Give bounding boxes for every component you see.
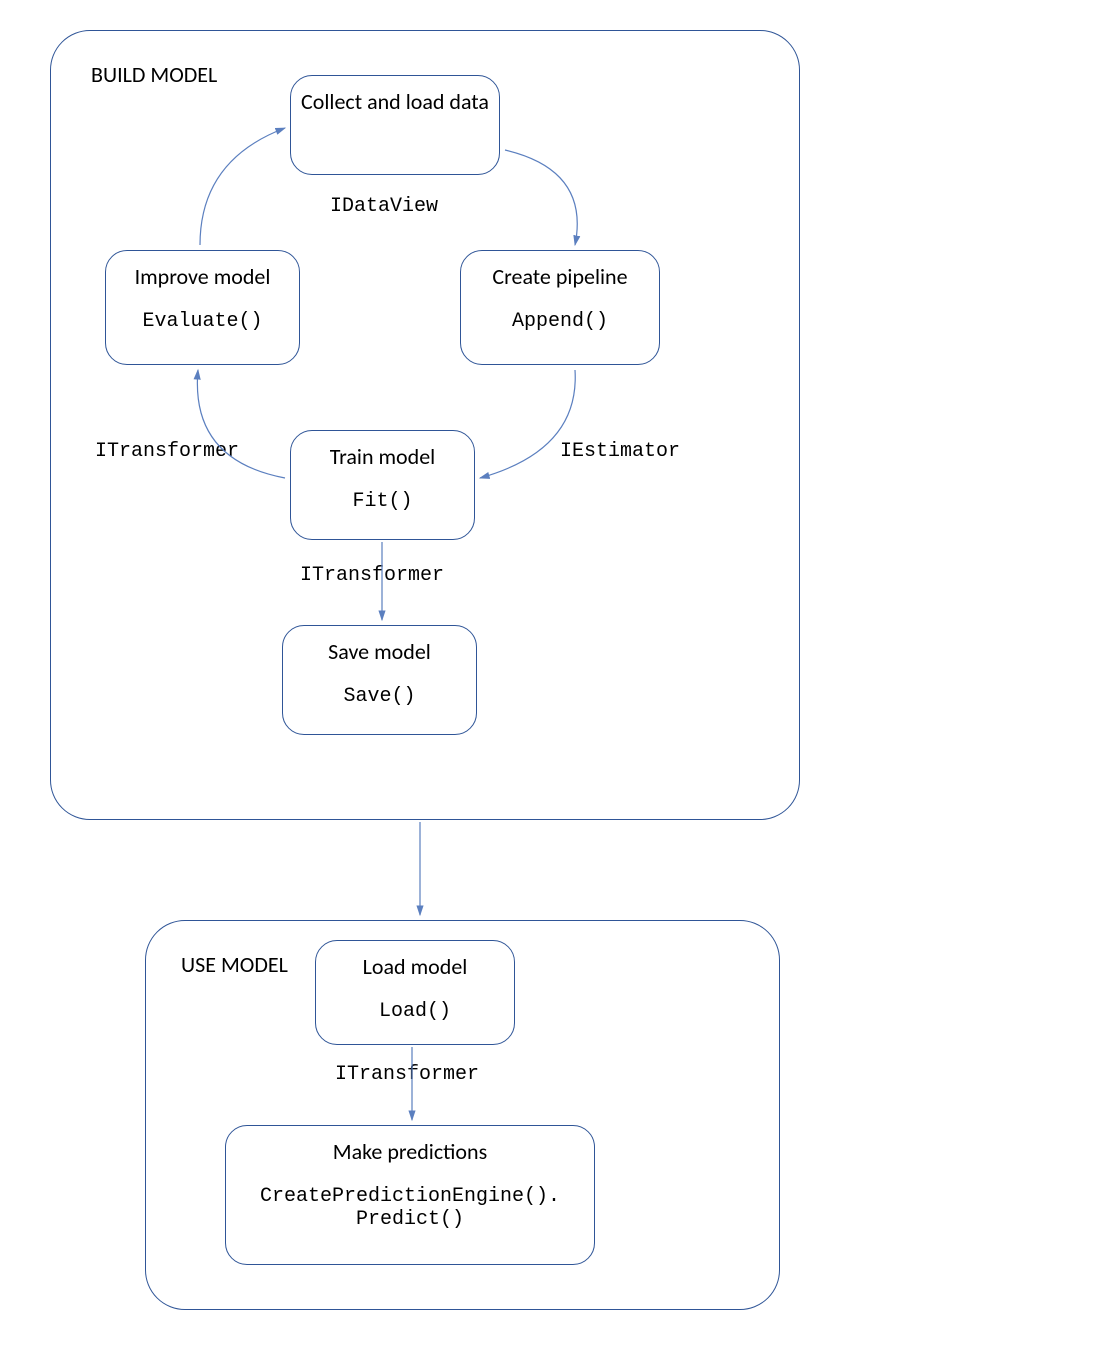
load-model-node: Load model Load() — [315, 940, 515, 1045]
iestimator-label: IEstimator — [560, 440, 680, 463]
load-model-title: Load model — [316, 953, 514, 982]
improve-model-node: Improve model Evaluate() — [105, 250, 300, 365]
use-model-label: USE MODEL — [181, 951, 288, 978]
create-pipeline-method: Append() — [461, 310, 659, 333]
improve-model-title: Improve model — [106, 263, 299, 292]
load-model-method: Load() — [316, 1000, 514, 1023]
save-model-title: Save model — [283, 638, 476, 667]
itransformer-down-label: ITransformer — [300, 564, 444, 587]
create-pipeline-node: Create pipeline Append() — [460, 250, 660, 365]
itransformer-left-label: ITransformer — [95, 440, 239, 463]
collect-data-node: Collect and load data — [290, 75, 500, 175]
save-model-method: Save() — [283, 685, 476, 708]
build-model-label: BUILD MODEL — [91, 61, 217, 88]
create-pipeline-title: Create pipeline — [461, 263, 659, 292]
train-model-title: Train model — [291, 443, 474, 472]
improve-model-method: Evaluate() — [106, 310, 299, 333]
itransformer-use-label: ITransformer — [335, 1063, 479, 1086]
make-predictions-node: Make predictions CreatePredictionEngine(… — [225, 1125, 595, 1265]
train-model-node: Train model Fit() — [290, 430, 475, 540]
make-predictions-method: CreatePredictionEngine(). Predict() — [226, 1185, 594, 1231]
make-predictions-title: Make predictions — [226, 1138, 594, 1167]
collect-data-title: Collect and load data — [291, 88, 499, 117]
train-model-method: Fit() — [291, 490, 474, 513]
idataview-label: IDataView — [330, 195, 438, 218]
save-model-node: Save model Save() — [282, 625, 477, 735]
